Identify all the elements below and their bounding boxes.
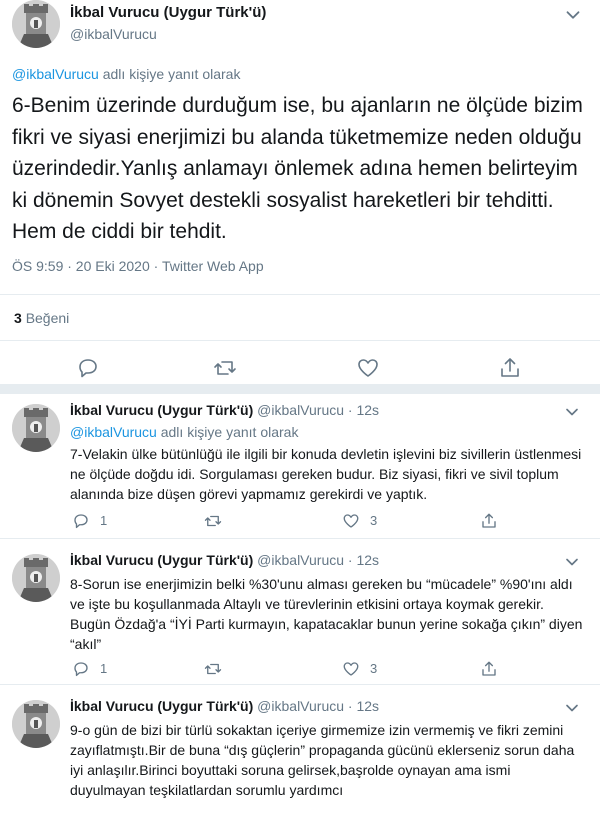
reply-context: @ikbalVurucu adlı kişiye yanıt olarak (12, 66, 240, 82)
retweet-icon[interactable] (213, 356, 237, 380)
tweet-actions: 1 3 (70, 660, 590, 680)
chevron-down-icon[interactable] (562, 4, 584, 26)
retweet-icon[interactable] (204, 660, 222, 678)
author-handle[interactable]: @ikbalVurucu (70, 26, 157, 42)
reply-icon[interactable] (72, 660, 90, 678)
main-tweet: İkbal Vurucu (Uygur Türk'ü) @ikbalVurucu… (0, 0, 600, 394)
author-name[interactable]: İkbal Vurucu (Uygur Türk'ü) (70, 402, 253, 418)
avatar[interactable] (12, 404, 60, 452)
share-icon[interactable] (480, 512, 498, 530)
tweet-text: 7-Velakin ülke bütünlüğü ile ilgili bir … (70, 446, 582, 502)
tweet-actions (0, 352, 600, 382)
like-icon[interactable] (356, 356, 380, 380)
author-name[interactable]: İkbal Vurucu (Uygur Türk'ü) (70, 552, 253, 568)
likes-label: Beğeni (25, 310, 70, 326)
author-handle[interactable]: @ikbalVurucu · 12s (257, 698, 379, 714)
like-count: 3 (370, 513, 378, 528)
reply-header: İkbal Vurucu (Uygur Türk'ü) @ikbalVurucu… (70, 402, 379, 418)
avatar[interactable] (12, 554, 60, 602)
avatar[interactable] (12, 0, 60, 48)
like-icon[interactable] (342, 512, 360, 530)
reply-icon[interactable] (76, 356, 100, 380)
reply-count: 1 (100, 661, 108, 676)
tweet-text: 8-Sorun ise enerjimizin belki %30'unu al… (70, 576, 583, 652)
reply-header: İkbal Vurucu (Uygur Türk'ü) @ikbalVurucu… (70, 698, 379, 714)
likes-count: 3 (14, 310, 22, 326)
author-name[interactable]: İkbal Vurucu (Uygur Türk'ü) (70, 698, 253, 714)
share-icon[interactable] (480, 660, 498, 678)
likes-summary[interactable]: 3 Beğeni (14, 310, 69, 326)
reply-context: @ikbalVurucu adlı kişiye yanıt olarak (70, 424, 298, 440)
author-handle[interactable]: @ikbalVurucu · 12s (257, 402, 379, 418)
section-separator (0, 384, 600, 394)
divider (0, 684, 600, 685)
avatar[interactable] (12, 700, 60, 748)
tweet-actions: 1 3 (70, 512, 590, 532)
reply-tweet[interactable]: İkbal Vurucu (Uygur Türk'ü) @ikbalVurucu… (0, 546, 600, 682)
divider (0, 294, 600, 295)
author-handle[interactable]: @ikbalVurucu · 12s (257, 552, 379, 568)
divider (0, 538, 600, 539)
like-count: 3 (370, 661, 378, 676)
reply-icon[interactable] (72, 512, 90, 530)
reply-mention-link[interactable]: @ikbalVurucu (12, 66, 99, 82)
reply-context-label: adlı kişiye yanıt olarak (98, 66, 241, 82)
retweet-icon[interactable] (204, 512, 222, 530)
tweet-text: 9-o gün de bizi bir türlü sokaktan içeri… (70, 722, 575, 798)
chevron-down-icon[interactable] (562, 402, 582, 422)
reply-count: 1 (100, 513, 108, 528)
tweet-text: 6-Benim üzerinde durduğum ise, bu ajanla… (12, 94, 583, 243)
share-icon[interactable] (498, 356, 522, 380)
reply-mention-link[interactable]: @ikbalVurucu (70, 424, 157, 440)
reply-tweet[interactable]: İkbal Vurucu (Uygur Türk'ü) @ikbalVurucu… (0, 396, 600, 536)
divider (0, 340, 600, 341)
tweet-timestamp[interactable]: ÖS 9:59 · 20 Eki 2020 · Twitter Web App (12, 258, 264, 274)
chevron-down-icon[interactable] (562, 552, 582, 572)
author-name[interactable]: İkbal Vurucu (Uygur Türk'ü) (70, 4, 266, 21)
reply-tweet[interactable]: İkbal Vurucu (Uygur Türk'ü) @ikbalVurucu… (0, 692, 600, 824)
reply-header: İkbal Vurucu (Uygur Türk'ü) @ikbalVurucu… (70, 552, 379, 568)
like-icon[interactable] (342, 660, 360, 678)
reply-context-label: adlı kişiye yanıt olarak (156, 424, 299, 440)
chevron-down-icon[interactable] (562, 698, 582, 718)
